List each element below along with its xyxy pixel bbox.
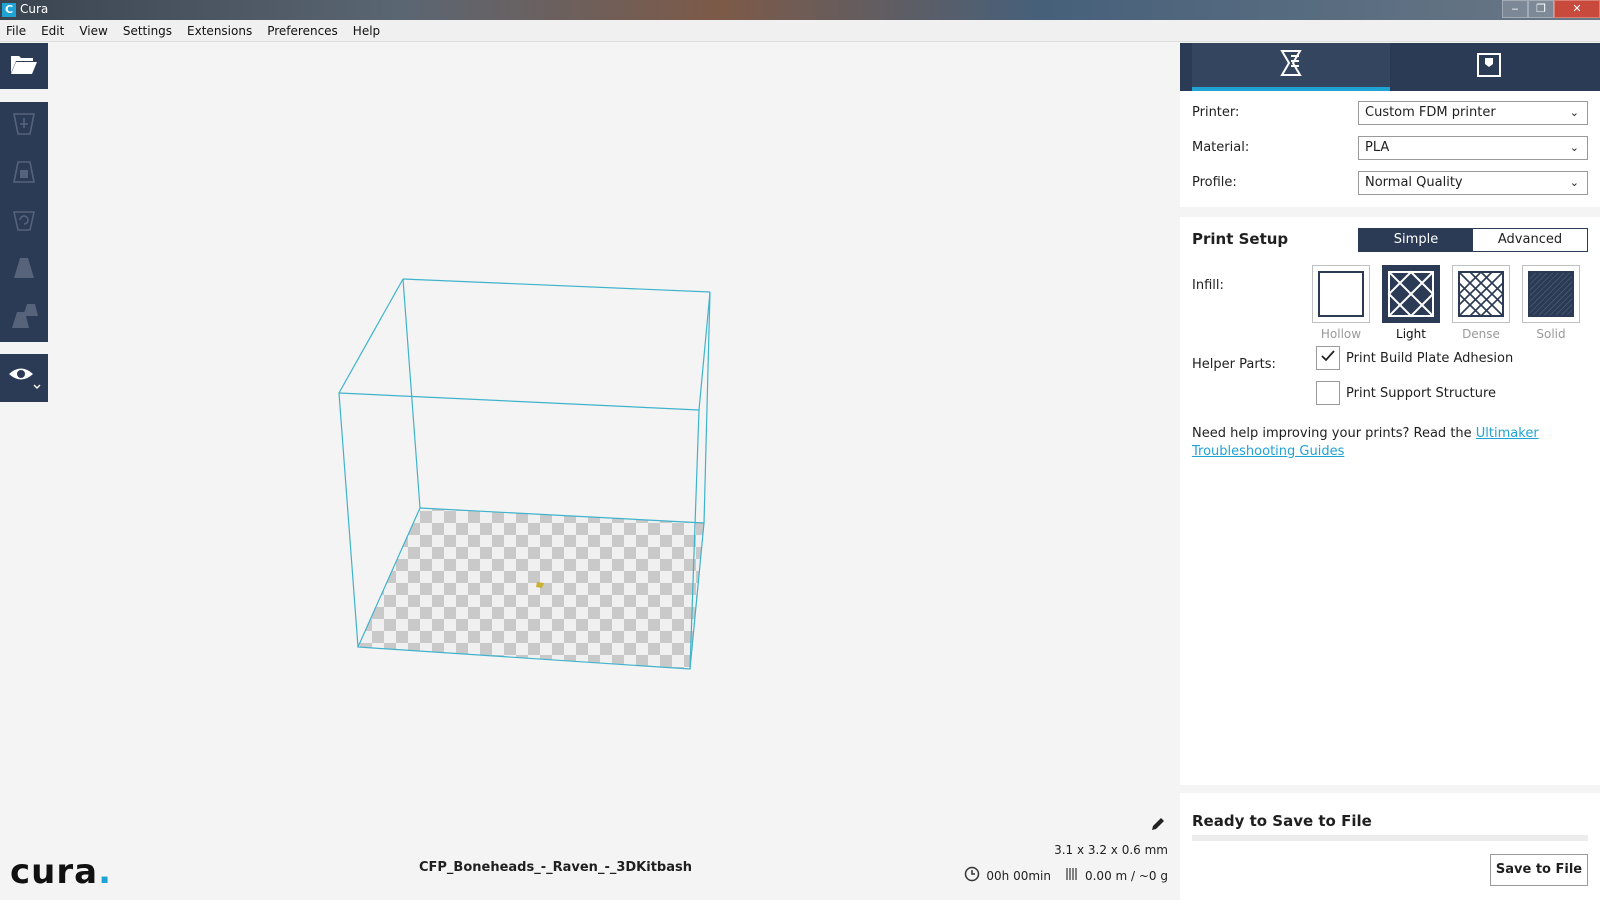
tool-panel xyxy=(0,102,48,342)
printer-label: Printer: xyxy=(1192,105,1240,120)
edit-job-name-icon[interactable] xyxy=(1150,816,1166,836)
translate-tool-button[interactable] xyxy=(0,102,48,150)
cura-app-icon: C xyxy=(2,3,16,17)
window-title: Cura xyxy=(20,2,49,16)
infill-label: Infill: xyxy=(1192,278,1224,293)
infill-hollow-icon xyxy=(1312,265,1370,323)
eye-icon xyxy=(7,361,41,395)
print-stats: 00h 00min 0.00 m / ~0 g xyxy=(964,866,1168,885)
profile-row: Profile: Normal Quality ⌄ xyxy=(1192,171,1588,195)
translate-icon xyxy=(10,110,38,142)
simple-mode-button[interactable]: Simple xyxy=(1359,229,1473,251)
profile-label: Profile: xyxy=(1192,175,1237,190)
filament-icon xyxy=(1065,866,1079,885)
slice-progress-bar xyxy=(1192,835,1588,841)
adhesion-label: Print Build Plate Adhesion xyxy=(1346,350,1514,366)
save-to-file-button[interactable]: Save to File xyxy=(1490,854,1588,886)
printer-select[interactable]: Custom FDM printer ⌄ xyxy=(1358,101,1588,125)
infill-solid-option[interactable]: Solid xyxy=(1521,265,1581,341)
menu-help[interactable]: Help xyxy=(353,24,380,38)
cura-logo: cura. xyxy=(10,852,112,892)
open-file-button[interactable] xyxy=(0,43,48,89)
support-checkbox-row[interactable]: Print Support Structure xyxy=(1316,381,1496,405)
title-bar: C Cura ‒ ❐ ✕ xyxy=(0,0,1600,20)
per-model-settings-icon xyxy=(9,302,39,334)
advanced-mode-button[interactable]: Advanced xyxy=(1473,229,1587,251)
menu-edit[interactable]: Edit xyxy=(41,24,64,38)
per-model-settings-button[interactable] xyxy=(0,294,48,342)
material-usage: 0.00 m / ~0 g xyxy=(1084,868,1168,883)
maximize-button[interactable]: ❐ xyxy=(1528,0,1554,18)
support-checkbox[interactable] xyxy=(1316,381,1340,405)
setup-mode-toggle: Simple Advanced xyxy=(1358,228,1588,252)
folder-open-icon xyxy=(10,53,38,79)
sidebar-tabs xyxy=(1180,43,1600,91)
adhesion-checkbox[interactable] xyxy=(1316,346,1340,370)
material-select[interactable]: PLA ⌄ xyxy=(1358,136,1588,160)
infill-light-icon xyxy=(1382,265,1440,323)
menu-view[interactable]: View xyxy=(79,24,107,38)
chevron-down-icon: ⌄ xyxy=(1569,141,1579,154)
rotate-tool-button[interactable] xyxy=(0,198,48,246)
infill-solid-icon xyxy=(1522,265,1580,323)
chevron-down-icon: ⌄ xyxy=(1569,176,1579,189)
print-setup-title: Print Setup xyxy=(1192,230,1289,248)
model-dimensions: 3.1 x 3.2 x 0.6 mm xyxy=(1054,843,1168,857)
clock-icon xyxy=(964,866,980,885)
build-volume-scene xyxy=(338,278,711,670)
infill-dense-icon xyxy=(1452,265,1510,323)
monitor-icon xyxy=(1476,52,1502,82)
print-setup-icon xyxy=(1279,49,1303,81)
print-time: 00h 00min xyxy=(986,868,1051,883)
adhesion-checkbox-row[interactable]: Print Build Plate Adhesion xyxy=(1316,346,1513,370)
3d-viewport[interactable]: CFP_Boneheads_-_Raven_-_3DKitbash 3.1 x … xyxy=(48,43,1180,900)
section-divider xyxy=(1180,207,1600,217)
section-divider xyxy=(1180,785,1600,793)
material-row: Material: PLA ⌄ xyxy=(1192,136,1588,160)
printer-row: Printer: Custom FDM printer ⌄ xyxy=(1192,101,1588,125)
checkmark-icon xyxy=(1321,350,1335,366)
mirror-icon xyxy=(10,254,38,286)
close-button[interactable]: ✕ xyxy=(1554,0,1600,18)
infill-light-option[interactable]: Light xyxy=(1381,265,1441,341)
help-text: Need help improving your prints? Read th… xyxy=(1192,426,1539,459)
build-plate xyxy=(357,507,705,670)
helper-parts-label: Helper Parts: xyxy=(1192,357,1276,372)
profile-select[interactable]: Normal Quality ⌄ xyxy=(1358,171,1588,195)
view-mode-button[interactable] xyxy=(0,354,48,402)
menu-bar: File Edit View Settings Extensions Prefe… xyxy=(0,20,1600,42)
menu-file[interactable]: File xyxy=(6,24,26,38)
job-name: CFP_Boneheads_-_Raven_-_3DKitbash xyxy=(418,860,692,875)
scale-icon xyxy=(10,158,38,190)
minimize-button[interactable]: ‒ xyxy=(1502,0,1528,18)
mirror-tool-button[interactable] xyxy=(0,246,48,294)
scale-tool-button[interactable] xyxy=(0,150,48,198)
menu-preferences[interactable]: Preferences xyxy=(267,24,338,38)
menu-extensions[interactable]: Extensions xyxy=(187,24,252,38)
material-label: Material: xyxy=(1192,140,1250,155)
infill-hollow-option[interactable]: Hollow xyxy=(1311,265,1371,341)
rotate-icon xyxy=(10,206,38,238)
menu-settings[interactable]: Settings xyxy=(123,24,172,38)
sidebar: Printer: Custom FDM printer ⌄ Material: P… xyxy=(1180,43,1600,900)
infill-dense-option[interactable]: Dense xyxy=(1451,265,1511,341)
tab-monitor[interactable] xyxy=(1390,43,1588,91)
chevron-down-icon: ⌄ xyxy=(1569,106,1579,119)
tab-print-setup[interactable] xyxy=(1192,43,1390,91)
ready-status: Ready to Save to File xyxy=(1192,812,1372,830)
support-label: Print Support Structure xyxy=(1346,385,1497,401)
